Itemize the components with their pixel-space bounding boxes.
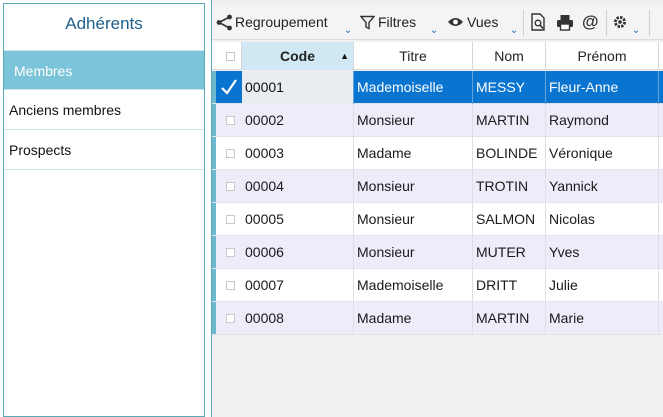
table-row[interactable]: 00003 Madame BOLINDE Véronique — [212, 137, 663, 170]
email-button[interactable]: @ — [582, 5, 599, 39]
cell-titre: Madame — [354, 302, 473, 335]
table-row[interactable]: 00002 Monsieur MARTIN Raymond — [212, 104, 663, 137]
cell-code: 00006 — [242, 236, 354, 269]
toolbar-separator — [606, 10, 607, 36]
grouping-button[interactable]: Regroupement — [216, 5, 328, 39]
filter-icon — [360, 15, 375, 30]
gear-icon — [612, 14, 628, 30]
cell-code: 00004 — [242, 170, 354, 203]
row-indicator — [212, 203, 216, 235]
grouping-dropdown-icon[interactable]: ⌄ — [344, 26, 352, 36]
table-row[interactable]: 00004 Monsieur TROTIN Yannick — [212, 170, 663, 203]
toolbar: Regroupement ⌄ Filtres ⌄ Vues ⌄ @ ⌄ — [212, 5, 663, 40]
nav-item-membres[interactable]: Membres — [4, 50, 204, 90]
row-indicator — [212, 269, 216, 301]
print-preview-icon — [530, 13, 546, 31]
table-row[interactable]: 00001 Mademoiselle MESSY Fleur-Anne — [212, 71, 663, 104]
cell-prenom: Nicolas — [546, 203, 659, 236]
row-indicator — [212, 104, 216, 136]
cell-titre: Monsieur — [354, 170, 473, 203]
cell-prenom: Yves — [546, 236, 659, 269]
print-button[interactable] — [556, 5, 574, 39]
row-checkbox[interactable] — [226, 182, 235, 191]
row-checkbox[interactable] — [226, 116, 235, 125]
column-label: Code — [280, 48, 315, 64]
cell-prenom: Julie — [546, 269, 659, 302]
cell-nom: DRITT — [473, 269, 546, 302]
row-indicator — [212, 302, 216, 334]
column-header-nom[interactable]: Nom — [473, 42, 546, 70]
settings-button[interactable] — [612, 5, 628, 39]
cell-nom: TROTIN — [473, 170, 546, 203]
table-header: Code ▲ Titre Nom Prénom — [212, 42, 663, 70]
cell-nom: SALMON — [473, 203, 546, 236]
column-header-titre[interactable]: Titre — [354, 42, 473, 70]
at-sign-icon: @ — [582, 12, 599, 31]
cell-code: 00003 — [242, 137, 354, 170]
checkmark-icon[interactable] — [220, 78, 238, 99]
nav-item-prospects[interactable]: Prospects — [4, 130, 204, 170]
cell-code: 00005 — [242, 203, 354, 236]
cell-prenom: Fleur-Anne — [546, 71, 659, 104]
row-indicator — [212, 71, 216, 103]
panel-title: Adhérents — [65, 14, 143, 33]
toolbar-separator — [523, 10, 524, 36]
table-row[interactable]: 00007 Mademoiselle DRITT Julie — [212, 269, 663, 302]
cell-prenom: Raymond — [546, 104, 659, 137]
cell-nom: MARTIN — [473, 302, 546, 335]
table-row[interactable]: 00005 Monsieur SALMON Nicolas — [212, 203, 663, 236]
settings-dropdown-icon[interactable]: ⌄ — [632, 26, 640, 36]
row-checkbox[interactable] — [226, 314, 235, 323]
table-row[interactable]: 00008 Madame MARTIN Marie — [212, 302, 663, 335]
printer-icon — [556, 14, 574, 31]
toolbar-separator — [649, 10, 650, 36]
filters-button[interactable]: Filtres — [360, 5, 416, 39]
left-panel: Adhérents Membres Anciens membres Prospe… — [3, 3, 205, 417]
cell-nom: MESSY — [473, 71, 546, 104]
cell-code: 00001 — [242, 71, 354, 104]
grouping-label: Regroupement — [235, 14, 328, 30]
select-all-checkbox[interactable] — [226, 52, 235, 61]
cell-code: 00008 — [242, 302, 354, 335]
select-all-cell[interactable] — [212, 42, 242, 70]
row-checkbox[interactable] — [226, 215, 235, 224]
views-label: Vues — [467, 14, 499, 30]
row-checkbox[interactable] — [226, 248, 235, 257]
column-header-prenom[interactable]: Prénom — [546, 42, 659, 70]
sort-ascending-icon: ▲ — [340, 51, 349, 61]
cell-nom: MARTIN — [473, 104, 546, 137]
row-indicator — [212, 236, 216, 268]
table-empty-area — [212, 336, 663, 417]
filters-dropdown-icon[interactable]: ⌄ — [430, 26, 438, 36]
cell-code: 00007 — [242, 269, 354, 302]
eye-icon — [447, 16, 464, 28]
table-row[interactable]: 00006 Monsieur MUTER Yves — [212, 236, 663, 269]
cell-titre: Monsieur — [354, 236, 473, 269]
cell-titre: Mademoiselle — [354, 71, 473, 104]
row-indicator — [212, 170, 216, 202]
row-checkbox[interactable] — [226, 281, 235, 290]
cell-titre: Monsieur — [354, 104, 473, 137]
cell-prenom: Yannick — [546, 170, 659, 203]
filters-label: Filtres — [378, 14, 417, 30]
cell-nom: BOLINDE — [473, 137, 546, 170]
cell-titre: Madame — [354, 137, 473, 170]
views-dropdown-icon[interactable]: ⌄ — [510, 26, 518, 36]
share-icon — [216, 14, 233, 31]
column-header-code[interactable]: Code ▲ — [242, 42, 354, 70]
views-button[interactable]: Vues — [447, 5, 498, 39]
row-checkbox[interactable] — [226, 149, 235, 158]
cell-prenom: Véronique — [546, 137, 659, 170]
row-indicator — [212, 137, 216, 169]
nav-item-anciens-membres[interactable]: Anciens membres — [4, 90, 204, 130]
grid-panel: Regroupement ⌄ Filtres ⌄ Vues ⌄ @ ⌄ Code… — [211, 0, 663, 417]
print-preview-button[interactable] — [530, 5, 546, 39]
cell-prenom: Marie — [546, 302, 659, 335]
cell-titre: Monsieur — [354, 203, 473, 236]
cell-titre: Mademoiselle — [354, 269, 473, 302]
cell-code: 00002 — [242, 104, 354, 137]
cell-nom: MUTER — [473, 236, 546, 269]
